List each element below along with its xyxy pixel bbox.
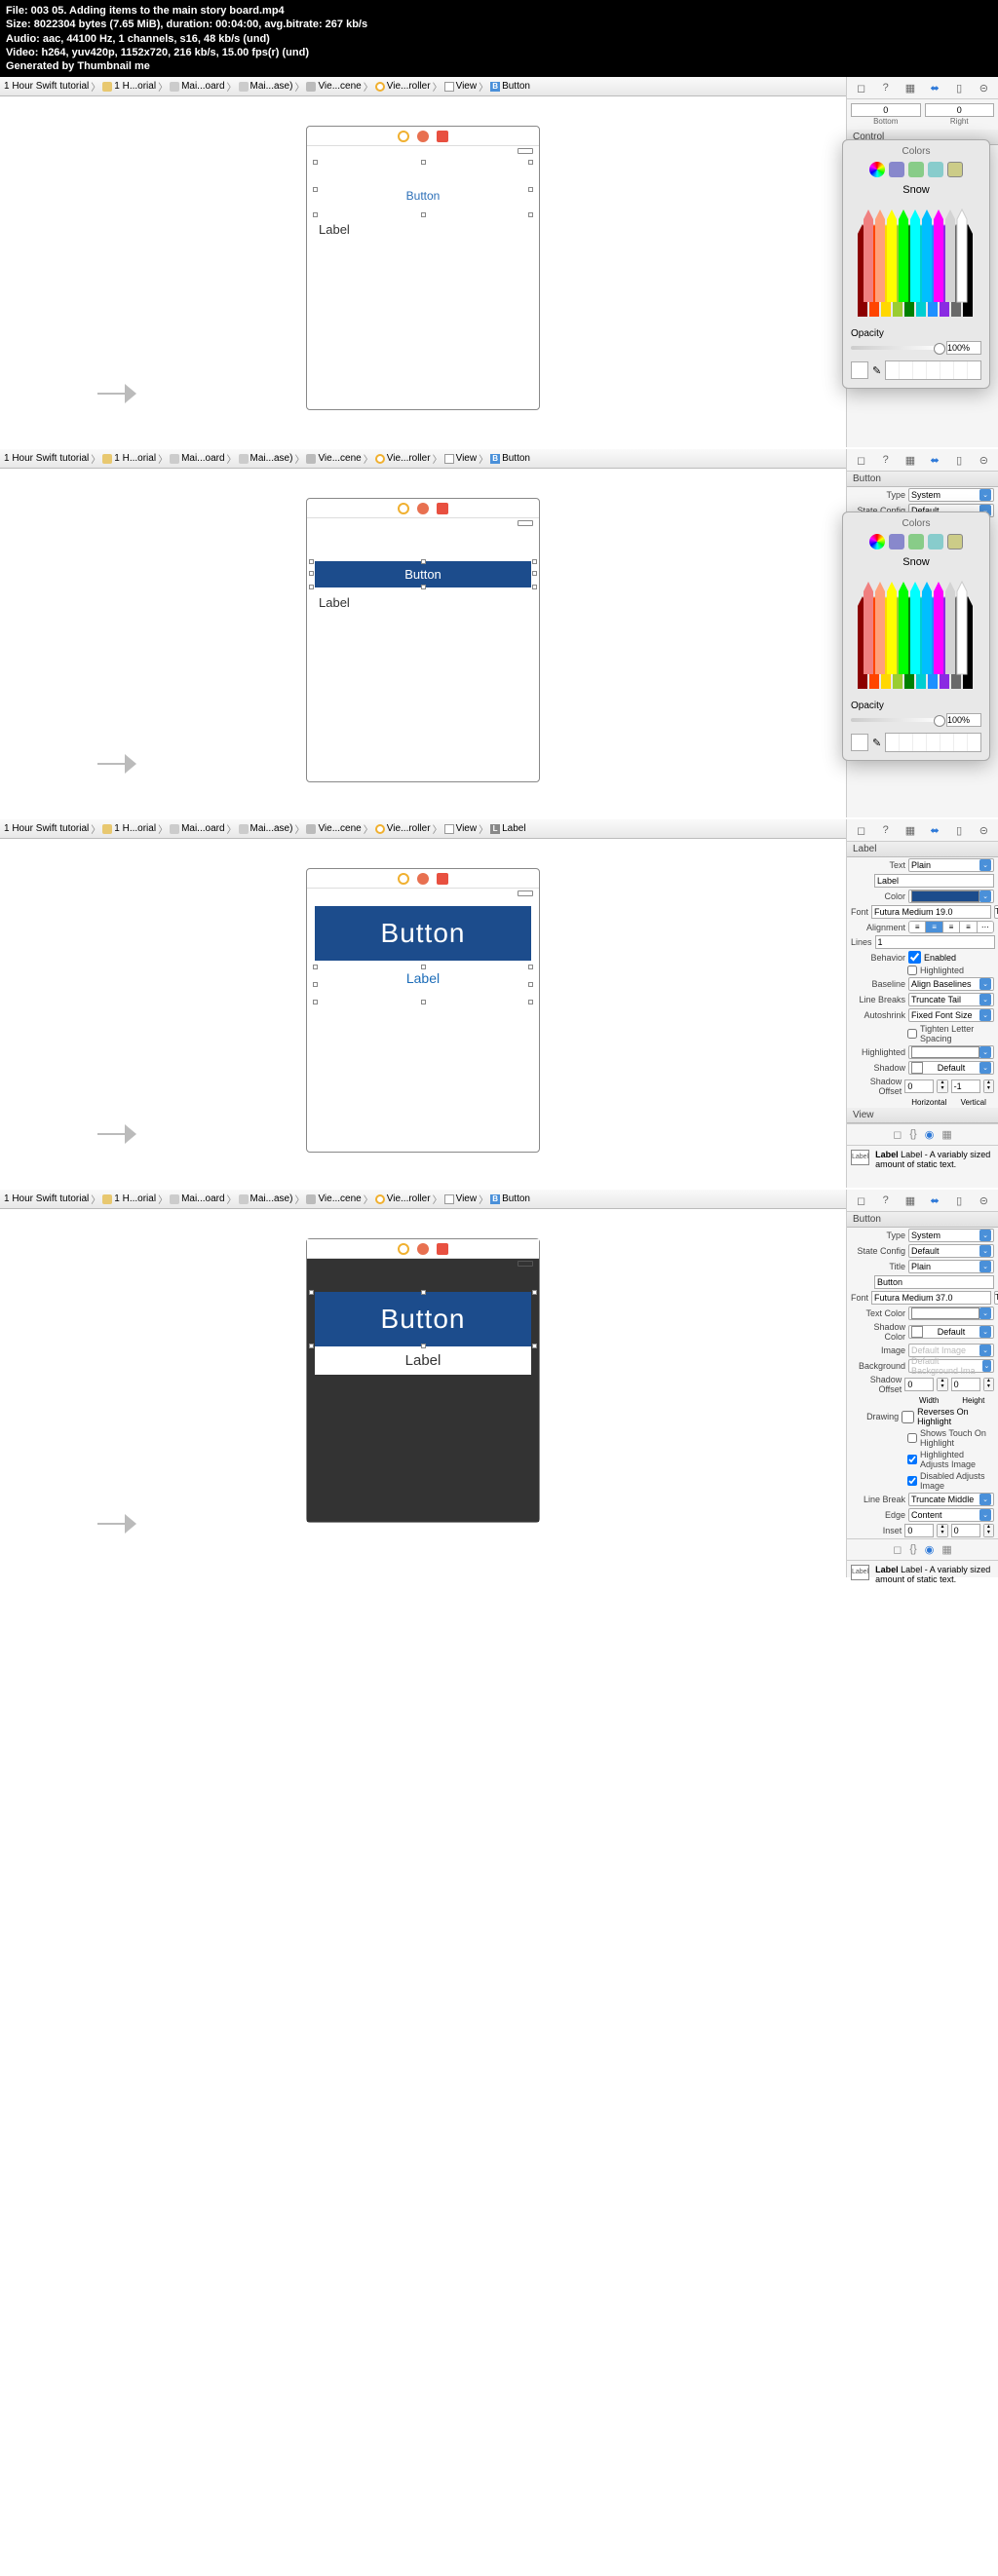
colorwheel-tab-icon bbox=[869, 162, 885, 177]
connections-inspector-icon: ⊝ bbox=[977, 81, 990, 95]
text-value-input[interactable] bbox=[874, 874, 994, 888]
alignment-segmented[interactable]: ≡≡≡≡⋯ bbox=[908, 921, 994, 933]
opacity-slider[interactable] bbox=[851, 718, 942, 722]
button-element[interactable]: Button bbox=[315, 561, 531, 587]
inspector-tabs[interactable]: ◻?▦⬌▯⊝ bbox=[847, 1190, 998, 1212]
inspector-tabs[interactable]: ◻?▦⬌▯⊝ bbox=[847, 449, 998, 472]
breadcrumb[interactable]: 1 Hour Swift tutorial〉 1 H...orial〉 Mai.… bbox=[0, 819, 846, 839]
label-element: Label bbox=[311, 218, 535, 241]
eyedropper-icon[interactable]: ✎ bbox=[872, 737, 881, 749]
sliders-tab-icon bbox=[889, 162, 904, 177]
color-swatches[interactable] bbox=[885, 360, 981, 380]
bottom-input[interactable] bbox=[851, 103, 921, 117]
button-section-header: Button bbox=[847, 472, 998, 487]
opacity-slider[interactable] bbox=[851, 346, 942, 350]
color-picker-popup[interactable]: Colors Snow Opacity ✎ bbox=[842, 139, 990, 389]
inspector-tabs[interactable]: ◻? ▦ ⬌ ▯ ⊝ bbox=[847, 77, 998, 99]
library-tabs[interactable]: ◻{}◉▦ bbox=[847, 1123, 998, 1145]
spectrum-tab-icon bbox=[928, 162, 943, 177]
arrow-icon bbox=[97, 379, 136, 408]
library-item[interactable]: Label Label Label - A variably sized amo… bbox=[847, 1560, 998, 1588]
title-input[interactable] bbox=[874, 1275, 994, 1289]
breadcrumb[interactable]: 1 Hour Swift tutorial〉 1 H...orial〉 Mai.… bbox=[0, 1190, 846, 1209]
right-input[interactable] bbox=[925, 103, 995, 117]
button-element[interactable]: Button bbox=[311, 160, 535, 207]
inspector-tabs[interactable]: ◻?▦⬌▯⊝ bbox=[847, 819, 998, 842]
identity-inspector-icon: ▦ bbox=[903, 81, 917, 95]
attributes-inspector-icon: ⬌ bbox=[928, 81, 941, 95]
palettes-tab-icon bbox=[908, 162, 924, 177]
font-input[interactable] bbox=[871, 905, 991, 919]
device-canvas[interactable]: Button Label bbox=[306, 498, 540, 782]
arrow-icon bbox=[97, 1509, 136, 1538]
size-inspector-icon: ▯ bbox=[952, 81, 966, 95]
highlighted-checkbox[interactable] bbox=[907, 966, 917, 975]
label-element: Label bbox=[315, 1346, 531, 1375]
type-select[interactable]: System⌄ bbox=[908, 488, 994, 502]
device-canvas[interactable]: Button Label bbox=[306, 1238, 540, 1523]
arrow-icon bbox=[97, 749, 136, 778]
lines-input[interactable] bbox=[875, 935, 995, 949]
font-picker-button[interactable]: T bbox=[994, 905, 998, 919]
crayon-picker[interactable] bbox=[847, 200, 985, 326]
current-color-well[interactable] bbox=[851, 361, 868, 379]
crayons-tab-icon bbox=[947, 162, 963, 177]
label-element: Label bbox=[311, 591, 535, 614]
crayon-picker[interactable] bbox=[847, 572, 985, 699]
button-element[interactable]: Button bbox=[315, 906, 531, 961]
opacity-input[interactable] bbox=[946, 341, 981, 355]
button-element[interactable]: Button bbox=[315, 1292, 531, 1346]
file-info-header: File: 003 05. Adding items to the main s… bbox=[0, 0, 998, 77]
eyedropper-icon[interactable]: ✎ bbox=[872, 364, 881, 377]
arrow-icon bbox=[97, 1119, 136, 1149]
text-color-select[interactable]: ⌄ bbox=[908, 890, 994, 903]
library-tabs[interactable]: ◻{}◉▦ bbox=[847, 1538, 998, 1560]
color-picker-popup[interactable]: Colors Snow Opacity ✎ bbox=[842, 511, 990, 761]
help-inspector-icon: ? bbox=[879, 81, 893, 95]
device-canvas[interactable]: Button Label bbox=[306, 126, 540, 410]
file-inspector-icon: ◻ bbox=[855, 81, 868, 95]
breadcrumb[interactable]: 1 Hour Swift tutorial〉 1 H...orial〉 Mai.… bbox=[0, 449, 846, 469]
library-item[interactable]: Label Label Label - A variably sized amo… bbox=[847, 1145, 998, 1173]
breadcrumb[interactable]: 1 Hour Swift tutorial〉 1 H...orial〉 Mai.… bbox=[0, 77, 846, 96]
text-type-select[interactable]: Plain⌄ bbox=[908, 858, 994, 872]
device-canvas[interactable]: Button Label bbox=[306, 868, 540, 1153]
enabled-checkbox[interactable] bbox=[908, 951, 921, 964]
